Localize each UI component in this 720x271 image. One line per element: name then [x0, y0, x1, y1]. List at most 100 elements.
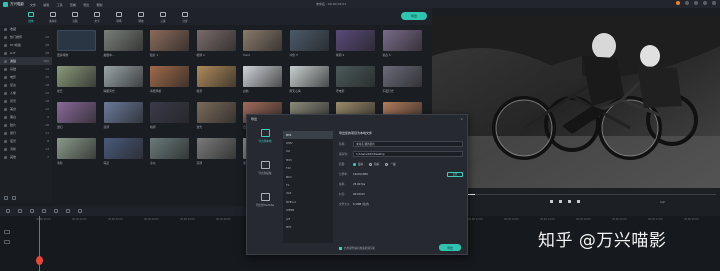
sidebar-item[interactable]: 清新 14 [0, 145, 52, 153]
maximize-icon[interactable] [703, 1, 707, 5]
sidebar-item[interactable]: 夜景 8 [0, 137, 52, 145]
filter-thumbnail[interactable]: 夏日 [57, 66, 96, 95]
redo-icon[interactable] [18, 209, 22, 213]
format-option[interactable]: F4V [283, 165, 333, 173]
tool-library[interactable]: 素材库 [46, 10, 60, 25]
color-icon[interactable] [66, 209, 70, 213]
dialog-export-button[interactable]: 导出 [439, 244, 461, 251]
format-option[interactable]: MPEG-2 [283, 198, 333, 206]
menu-tools[interactable]: 工具 [57, 3, 63, 7]
format-option[interactable]: WEBM [283, 207, 333, 215]
filter-thumbnail[interactable]: 雨天心情 [289, 66, 329, 95]
filter-thumbnail[interactable]: 胶片 1 [150, 30, 189, 59]
playhead-handle[interactable] [36, 256, 43, 265]
sidebar-item[interactable]: 人像 10 [0, 89, 52, 97]
tool-media[interactable]: 媒体 [24, 10, 38, 25]
tool-effects[interactable]: 特效 [134, 10, 148, 25]
name-field[interactable]: 未命名:我的影片 [353, 141, 463, 147]
close-icon[interactable] [712, 1, 716, 5]
dialog-close-icon[interactable]: × [460, 117, 463, 121]
filter-thumbnail[interactable]: 深蓝 [103, 138, 143, 167]
filter-thumbnail[interactable]: 拍摄中... [103, 30, 143, 59]
filter-thumbnail[interactable]: 紫调 4 [336, 30, 375, 59]
nav-device[interactable]: 导出到设备 [251, 161, 279, 193]
menu-edit[interactable]: 编辑 [43, 3, 49, 7]
step-forward-icon[interactable] [577, 200, 580, 203]
sidebar-item[interactable]: 旅行 11 [0, 129, 52, 137]
quality-best[interactable]: 最好 [353, 162, 363, 166]
gift-icon[interactable] [676, 1, 680, 5]
export-button[interactable]: 导出 [401, 12, 427, 20]
nav-youtube[interactable]: 导出到YouTube [251, 193, 279, 225]
minimize-icon[interactable] [694, 1, 698, 5]
sidebar-item[interactable]: 基础 12 [0, 65, 52, 73]
hw-accel-option[interactable]: 启用硬件编码加速视频渲染 [339, 246, 375, 250]
format-option[interactable]: MKV [283, 173, 333, 181]
tool-text[interactable]: 文字 [90, 10, 104, 25]
sidebar-item[interactable]: 电影 15 [0, 73, 52, 81]
sidebar-item[interactable]: 热门推荐 10 [0, 33, 52, 41]
filter-thumbnail[interactable]: 暖黄 [196, 66, 236, 95]
sidebar-item[interactable]: 黑白 9 [0, 113, 52, 121]
menu-export[interactable]: 导出 [83, 3, 89, 7]
audio-track-icon[interactable] [4, 240, 10, 244]
tool-music[interactable]: 音频 [68, 10, 82, 25]
preview-scrubber[interactable] [436, 194, 716, 195]
sidebar-item[interactable]: 滤镜 186 [0, 57, 52, 65]
format-option[interactable]: AVI [283, 148, 333, 156]
cut-icon[interactable] [42, 209, 46, 213]
filter-thumbnail[interactable]: 老电影 [336, 66, 375, 95]
nav-local[interactable]: 导出到本地 [251, 129, 279, 161]
preview-zoom[interactable]: 1/2 [660, 200, 665, 204]
undo-icon[interactable] [6, 209, 10, 213]
quality-better[interactable]: 较好 [369, 162, 379, 166]
filter-thumbnail[interactable]: 冷淡 [150, 138, 189, 167]
format-option[interactable]: GIF [283, 215, 333, 223]
filter-thumbnail[interactable]: 蓝调 [103, 102, 143, 131]
sidebar-item[interactable]: 收藏 [0, 25, 52, 33]
sidebar-item[interactable]: 其他 7 [0, 153, 52, 161]
sidebar-item[interactable]: DIY模板 38 [0, 41, 52, 49]
audio-icon[interactable] [78, 209, 82, 213]
menu-help[interactable]: 帮助 [96, 3, 102, 7]
tool-split-screen[interactable]: 分屏 [178, 10, 192, 25]
filter-thumbnail[interactable]: 逆光 [196, 102, 236, 131]
format-option[interactable]: TS [283, 181, 333, 189]
format-option[interactable]: MP3 [283, 223, 333, 231]
filter-thumbnail[interactable]: 冷色 3 [289, 30, 329, 59]
video-track-icon[interactable] [4, 230, 10, 234]
checkbox-icon[interactable] [339, 246, 342, 250]
folder-icon[interactable] [12, 196, 16, 200]
tool-elements[interactable]: 元素 [156, 10, 170, 25]
filter-thumbnail[interactable]: 灰调 [196, 138, 236, 167]
sidebar-item[interactable]: 风景 18 [0, 97, 52, 105]
format-option[interactable]: WMV [283, 139, 333, 147]
new-folder-icon[interactable] [4, 196, 8, 200]
quality-normal[interactable]: 一般 [385, 162, 396, 166]
format-option[interactable]: MOV [283, 156, 333, 164]
menu-file[interactable]: 文件 [30, 3, 36, 7]
format-option[interactable]: MP4 [283, 131, 333, 140]
filter-thumbnail[interactable]: 晴朗风光 [103, 66, 143, 95]
filter-thumbnail[interactable]: 复古 5 [382, 30, 422, 59]
sidebar-item[interactable]: 胶片 16 [0, 121, 52, 129]
filter-thumbnail[interactable]: 暖调 2 [196, 30, 236, 59]
crop-icon[interactable] [54, 209, 58, 213]
play-icon[interactable] [559, 200, 562, 203]
menu-view[interactable]: 查看 [70, 3, 76, 7]
format-option[interactable]: 3GP [283, 190, 333, 198]
sidebar-item[interactable]: 美食 12 [0, 105, 52, 113]
filter-thumbnail[interactable]: 白色 [243, 66, 282, 95]
delete-icon[interactable] [30, 209, 34, 213]
step-back-icon[interactable] [550, 200, 553, 203]
tool-transition[interactable]: 转场 [112, 10, 126, 25]
filter-thumbnail[interactable]: Vivid [243, 30, 282, 59]
account-icon[interactable] [685, 1, 689, 5]
filter-thumbnail[interactable]: 午夜灯光 [382, 66, 422, 95]
filter-thumbnail[interactable]: 更多特效 [57, 30, 96, 59]
filter-thumbnail[interactable]: 迷幻 [57, 102, 96, 131]
save-path-field[interactable]: C:/Users/XXX/Desktop [353, 151, 463, 157]
stop-icon[interactable] [568, 200, 571, 203]
sidebar-item[interactable]: 复古 18 [0, 81, 52, 89]
settings-button[interactable]: 设置 [447, 171, 463, 177]
